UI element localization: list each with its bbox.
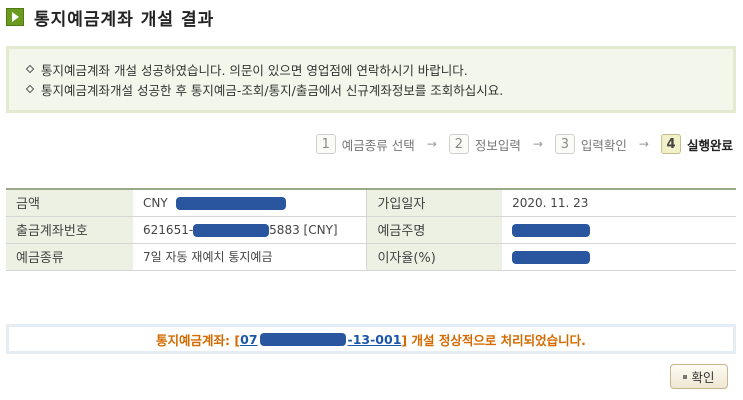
notice-line: 통지예금계좌개설 성공한 후 통지예금-조회/통지/출금에서 신규계좌정보를 조… [25,79,733,99]
table-row: 출금계좌번호 621651- 5883 [CNY] 예금주명 [6,216,736,244]
join-date-label: 가입일자 [366,189,503,217]
step-number: 3 [554,134,575,154]
account-end: -13-001 [347,331,402,347]
step-1: 1 예금종류 선택 [315,134,415,154]
account-suffix: 5883 [CNY] [269,222,338,237]
account-info-table: 금액 CNY 가입일자 2020. 11. 23 출금계좌번호 621651- 5… [6,188,736,271]
diamond-bullet-icon [25,84,35,94]
interest-rate-label: 이자율(%) [366,243,503,271]
depositor-value [502,216,736,244]
table-row: 예금종류 7일 자동 재예치 통지예금 이자율(%) [6,243,736,271]
play-arrow-icon [6,8,24,26]
step-indicator: 1 예금종류 선택 → 2 정보입력 → 3 입력확인 → 4 실행완료 [315,132,733,156]
withdraw-account-label: 출금계좌번호 [6,216,134,244]
currency-code: CNY [143,195,168,210]
redacted-value [512,250,591,264]
step-number: 4 [660,134,681,154]
step-label: 예금종류 선택 [341,137,415,153]
interest-rate-value [502,243,736,271]
new-account-link[interactable]: 07 -13-001 [240,332,401,347]
result-message: 통지예금계좌: [ 07 -13-001 ] 개설 정상적으로 처리되었습니다. [6,324,736,354]
result-suffix: ] 개설 정상적으로 처리되었습니다. [401,332,586,348]
account-start: 07 [240,331,258,347]
bullet-dot-icon [683,374,688,379]
notice-text: 통지예금계좌 개설 성공하였습니다. 의문이 있으면 영업점에 연락하시기 바랍… [41,62,468,78]
arrow-right-icon: → [532,137,543,151]
step-number: 2 [448,134,469,154]
amount-value: CNY [133,189,368,217]
redacted-value [175,196,286,210]
redacted-value [512,223,591,237]
step-label: 실행완료 [686,137,733,153]
step-label: 입력확인 [580,137,627,153]
confirm-label: 확인 [691,370,715,385]
step-3: 3 입력확인 [554,134,627,154]
deposit-type-value: 7일 자동 재예치 통지예금 [133,243,368,271]
step-number: 1 [315,134,336,154]
page-header: 통지예금계좌 개설 결과 [6,4,214,30]
step-2: 2 정보입력 [448,134,521,154]
amount-label: 금액 [6,189,134,217]
table-row: 금액 CNY 가입일자 2020. 11. 23 [6,189,736,217]
depositor-label: 예금주명 [366,216,503,244]
step-4: 4 실행완료 [660,134,733,154]
redacted-value [259,332,346,346]
join-date-value: 2020. 11. 23 [502,189,736,217]
diamond-bullet-icon [25,64,35,74]
arrow-right-icon: → [426,137,437,151]
step-label: 정보입력 [474,137,521,153]
deposit-type-label: 예금종류 [6,243,134,271]
notice-box: 통지예금계좌 개설 성공하였습니다. 의문이 있으면 영업점에 연락하시기 바랍… [6,46,736,113]
arrow-right-icon: → [638,137,649,151]
notice-line: 통지예금계좌 개설 성공하였습니다. 의문이 있으면 영업점에 연락하시기 바랍… [25,59,733,79]
account-prefix: 621651- [143,222,194,237]
confirm-button[interactable]: 확인 [670,364,728,389]
result-prefix: 통지예금계좌: [ [156,332,241,348]
page-title: 통지예금계좌 개설 결과 [34,9,215,30]
withdraw-account-value: 621651- 5883 [CNY] [133,216,368,244]
notice-text: 통지예금계좌개설 성공한 후 통지예금-조회/통지/출금에서 신규계좌정보를 조… [41,82,504,98]
redacted-value [193,223,270,237]
